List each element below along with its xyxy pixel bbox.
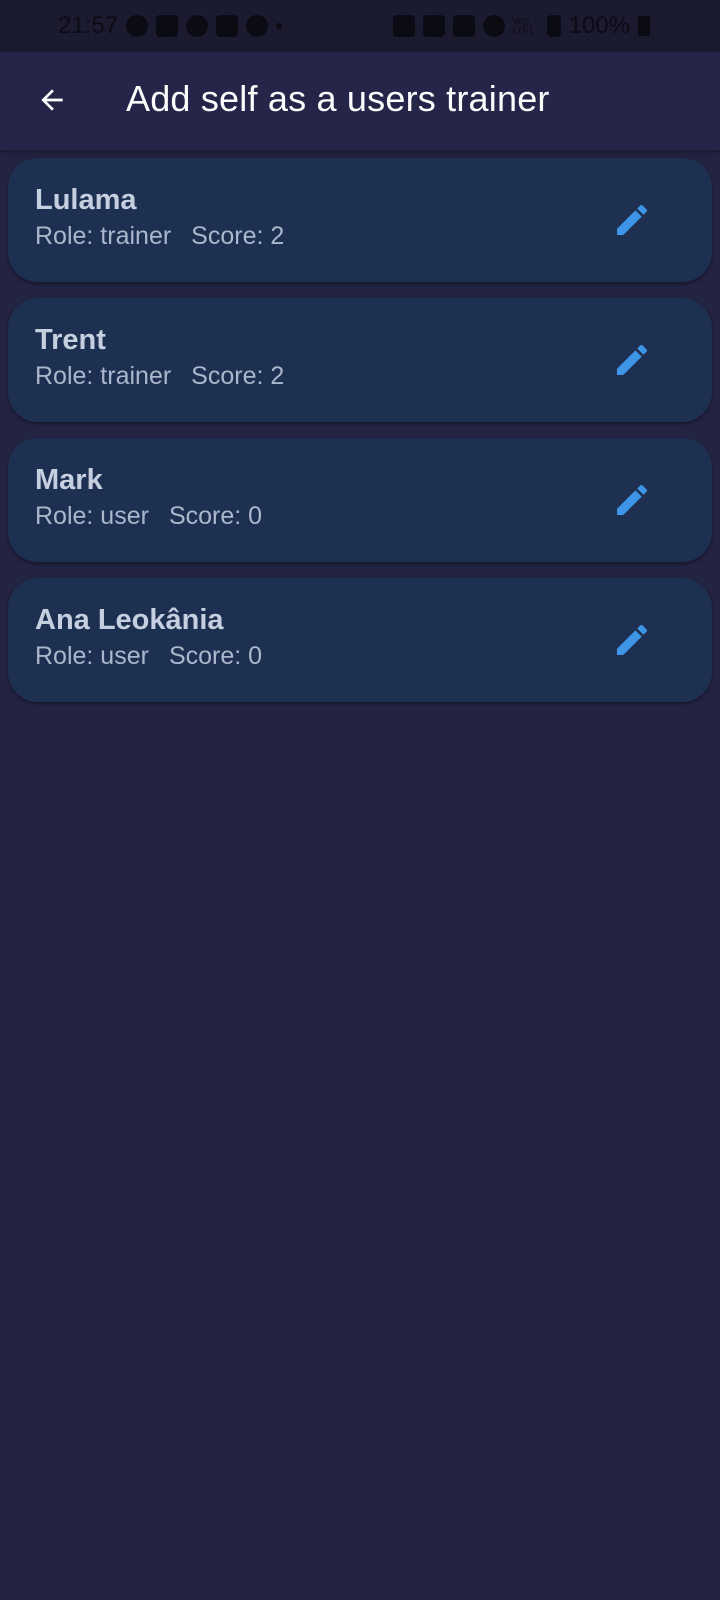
network-label: Vo)) LTE1 [512,16,534,36]
mute-vibrate-icon [452,15,475,37]
user-score: Score: 2 [191,362,285,390]
user-details: Role: trainer Score: 2 [35,362,284,391]
more-notifications-icon [276,23,283,29]
app-bar: Add self as a users trainer [0,52,720,150]
user-details: Role: user Score: 0 [35,502,262,531]
edit-button[interactable] [608,196,656,244]
user-role: Role: user [35,502,149,530]
battery-saver-icon [422,15,445,37]
user-card[interactable]: Mark Role: user Score: 0 [8,438,712,562]
whatsapp-icon [126,15,149,37]
user-details: Role: trainer Score: 2 [35,222,284,251]
user-card[interactable]: Ana Leokânia Role: user Score: 0 [8,578,712,702]
signal-icon [546,15,561,37]
edit-button[interactable] [608,616,656,664]
edit-icon [617,624,648,655]
back-button[interactable] [28,76,76,124]
battery-percent: 100% [568,12,630,39]
calendar-icon [216,15,239,37]
user-details: Role: user Score: 0 [35,642,262,671]
user-score: Score: 0 [168,502,263,530]
battery-icon [638,16,650,36]
vpn-key-icon [392,15,415,37]
edit-icon [617,204,648,235]
user-name: Ana Leokânia [35,604,224,636]
user-score: Score: 2 [191,222,285,250]
accessibility-icon [246,15,269,37]
user-card[interactable]: Lulama Role: trainer Score: 2 [8,158,712,282]
status-bar: 21:57 Vo)) LTE1 100% [0,0,720,52]
user-name: Lulama [35,184,137,216]
wifi-icon [482,15,505,37]
user-role: Role: user [35,642,149,670]
user-name: Mark [35,464,103,496]
edit-icon [617,484,648,515]
user-card[interactable]: Trent Role: trainer Score: 2 [8,298,712,422]
status-time: 21:57 [58,12,119,39]
edit-button[interactable] [608,476,656,524]
user-list: Lulama Role: trainer Score: 2 Trent Role:… [8,158,712,718]
user-score: Score: 0 [168,642,263,670]
user-name: Trent [35,324,106,356]
edit-button[interactable] [608,336,656,384]
arrow-back-icon [41,89,63,111]
page-title: Add self as a users trainer [126,78,550,119]
account-icon [186,15,209,37]
user-role: Role: trainer [35,362,172,390]
edit-icon [617,344,648,375]
user-role: Role: trainer [35,222,172,250]
status-bar-right: Vo)) LTE1 100% [392,12,650,40]
status-bar-left: 21:57 [58,12,283,40]
teams-icon [156,15,179,37]
